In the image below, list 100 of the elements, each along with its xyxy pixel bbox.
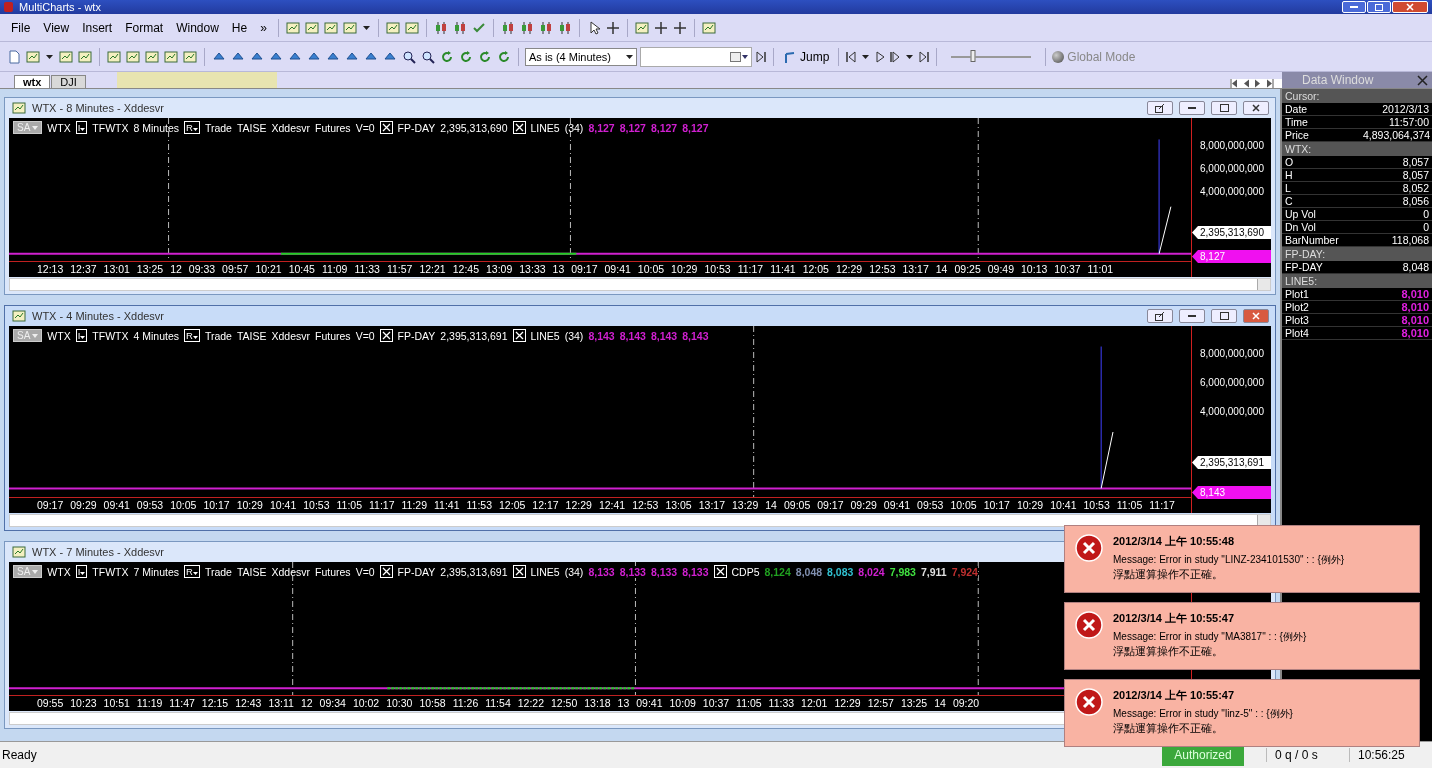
menu-item[interactable]: Insert (77, 18, 118, 37)
time-label: 12 (170, 263, 182, 277)
caret-icon[interactable] (862, 54, 870, 59)
first-page-icon[interactable] (1230, 79, 1238, 88)
crosshair-icon[interactable] (671, 19, 688, 36)
close-button[interactable] (1243, 101, 1269, 115)
plot-value: 8,133 (588, 565, 615, 578)
horizontal-scrollbar[interactable] (9, 278, 1271, 291)
horizontal-scrollbar[interactable] (9, 514, 1271, 527)
time-label: 13:33 (519, 263, 546, 277)
window-icon[interactable] (284, 19, 301, 36)
legend-label: WTX (47, 121, 71, 134)
legend-label: Futures (315, 121, 351, 134)
chart-window-title: WTX - 4 Minutes - Xddesvr (32, 310, 165, 322)
time-label: 10:51 (103, 697, 130, 711)
refresh-icon[interactable] (496, 48, 512, 65)
menu-item[interactable]: File (6, 18, 36, 37)
window-icon[interactable] (11, 308, 27, 324)
plot-value: 8,048 (795, 565, 823, 578)
window-icon[interactable] (341, 19, 358, 36)
crosshair-icon[interactable] (604, 19, 621, 36)
close-icon[interactable] (379, 121, 393, 134)
window-icon[interactable] (700, 19, 717, 36)
menu-item[interactable]: Format (120, 18, 169, 37)
refresh-icon[interactable] (458, 48, 474, 65)
window-icon[interactable] (125, 48, 141, 65)
error-notification[interactable]: 2012/3/14 上午 10:55:47 Message: Error in study "linz-5" : : {例外} 浮點運算操作不正確。 (1064, 679, 1420, 747)
plot-value: 8,133 (650, 565, 678, 578)
caret-icon[interactable] (362, 25, 370, 30)
time-label: 10:29 (671, 263, 698, 277)
next-icon[interactable] (1254, 79, 1262, 88)
skip-end-icon[interactable] (918, 50, 931, 63)
resolution-dropdown[interactable]: As is (4 Minutes) (525, 47, 637, 66)
error-notification[interactable]: 2012/3/14 上午 10:55:48 Message: Error in study "LINZ-234101530" : : {例外} 浮點運算操作不正確。 (1064, 525, 1420, 593)
step-forward-icon[interactable] (889, 50, 902, 63)
dropdown-button[interactable]: R (184, 329, 200, 342)
workspace-tab[interactable]: wtx (14, 75, 51, 88)
dropdown-button[interactable]: I (75, 565, 88, 578)
notification-time: 2012/3/14 上午 10:55:48 (1113, 534, 1236, 549)
field-label: BarNumber (1284, 234, 1340, 246)
close-icon[interactable] (379, 329, 393, 342)
caret-icon[interactable] (906, 54, 914, 59)
window-icon[interactable] (633, 19, 650, 36)
window-icon[interactable] (303, 19, 320, 36)
jump-button[interactable]: Jump (780, 49, 833, 64)
dropdown-button[interactable]: I (75, 329, 88, 342)
workspace-tab[interactable]: DJI (51, 75, 86, 88)
window-icon[interactable] (144, 48, 160, 65)
previous-icon[interactable] (1242, 79, 1250, 88)
dropdown-button[interactable]: R (184, 565, 200, 578)
close-icon[interactable] (512, 121, 526, 134)
caret-icon[interactable] (46, 54, 53, 59)
step-back-icon[interactable] (845, 50, 858, 63)
window-icon[interactable] (322, 19, 339, 36)
last-page-icon[interactable] (1266, 79, 1274, 88)
minimize-button[interactable] (1179, 101, 1205, 115)
error-notification[interactable]: 2012/3/14 上午 10:55:47 Message: Error in study "MA3817" : : {例外} 浮點運算操作不正確。 (1064, 602, 1420, 670)
field-value: 8,010 (1400, 327, 1430, 339)
calendar-icon[interactable] (730, 51, 748, 62)
window-icon[interactable] (58, 48, 74, 65)
window-icon[interactable] (11, 100, 27, 116)
window-icon[interactable] (403, 19, 420, 36)
refresh-icon[interactable] (477, 48, 493, 65)
scrollbar-thumb[interactable] (116, 72, 277, 88)
menu-item[interactable]: » (255, 18, 272, 37)
dropdown-button[interactable]: R (184, 121, 200, 134)
plot-value: 7,983 (889, 565, 916, 578)
window-icon[interactable] (11, 544, 27, 560)
magnifier-icon[interactable] (401, 48, 417, 65)
menu-item[interactable]: Window (171, 18, 224, 37)
close-icon[interactable] (512, 565, 526, 578)
caret-icon (32, 333, 39, 338)
window-icon[interactable] (182, 48, 198, 65)
dropdown-button[interactable]: I (75, 121, 88, 134)
window-icon[interactable] (384, 19, 401, 36)
close-icon[interactable] (512, 329, 526, 342)
close-button[interactable] (1417, 74, 1428, 86)
time-label: 09:53 (917, 499, 944, 513)
magnifier-icon[interactable] (420, 48, 436, 65)
document-icon[interactable] (6, 48, 22, 65)
field-value: 8,048 (1401, 261, 1430, 273)
close-icon[interactable] (713, 565, 727, 578)
menu-item[interactable]: View (38, 18, 75, 37)
play-icon[interactable] (874, 50, 887, 63)
date-field[interactable] (640, 46, 752, 67)
menu-item[interactable]: He (226, 18, 253, 37)
window-icon[interactable] (77, 48, 93, 65)
window-icon[interactable] (25, 48, 41, 65)
minimize-button[interactable] (1179, 309, 1205, 323)
crosshair-icon[interactable] (652, 19, 669, 36)
skip-end-icon[interactable] (755, 50, 767, 63)
edit-button[interactable] (1147, 101, 1173, 115)
edit-button[interactable] (1147, 309, 1173, 323)
field-label: Price (1284, 129, 1310, 141)
close-icon[interactable] (379, 565, 393, 578)
window-icon[interactable] (106, 48, 122, 65)
maximize-button[interactable] (1211, 101, 1237, 115)
maximize-button[interactable] (1211, 309, 1237, 323)
slider-thumb[interactable] (970, 49, 976, 62)
window-icon[interactable] (163, 48, 179, 65)
